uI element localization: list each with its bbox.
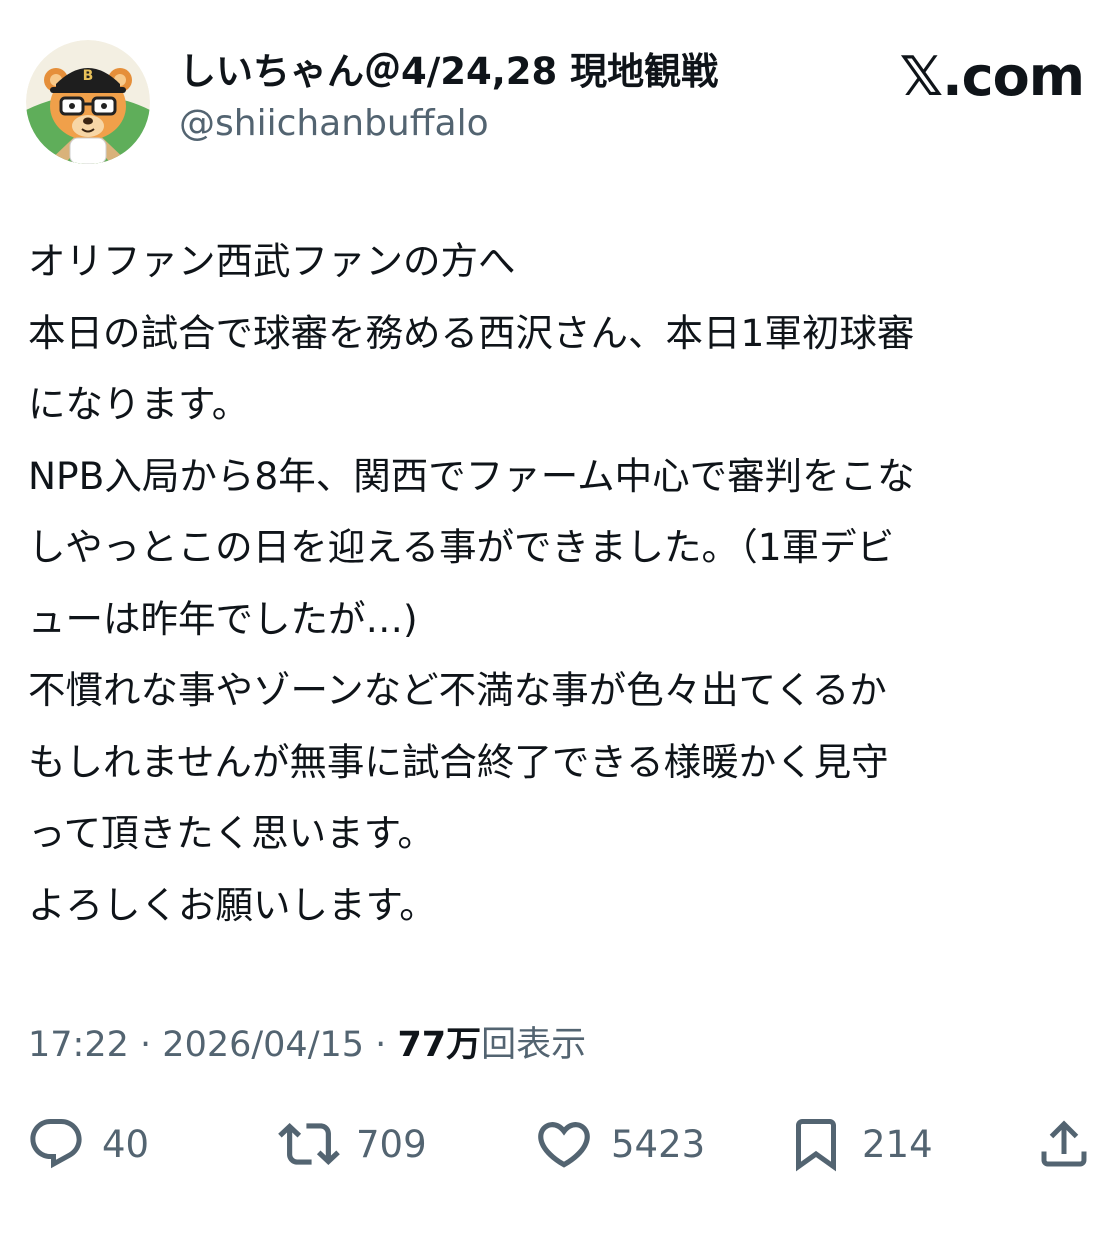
bookmark-count: 214 — [862, 1122, 933, 1166]
heart-icon — [538, 1122, 590, 1168]
avatar[interactable]: B — [26, 40, 150, 164]
tweet: B しいちゃん＠4/24,28 現地観戦 @shiichanbuffalo 𝕏.… — [0, 0, 1101, 1244]
tweet-text: オリファン西武ファンの方へ 本日の試合で球審を務める西沢さん、本日1軍初球審 に… — [28, 226, 1098, 941]
display-name[interactable]: しいちゃん＠4/24,28 現地観戦 — [179, 48, 718, 96]
tweet-text-line: もしれませんが無事に試合終了できる様暖かく見守 — [28, 739, 889, 784]
views-count: 77万 — [397, 1025, 482, 1065]
tweet-date[interactable]: 2026/04/15 — [162, 1025, 364, 1065]
views-label: 回表示 — [481, 1025, 587, 1065]
bookmark-icon — [796, 1119, 836, 1172]
bookmark-button[interactable]: 214 — [786, 1108, 933, 1180]
handle[interactable]: @shiichanbuffalo — [179, 100, 718, 148]
meta-separator: · — [375, 1025, 387, 1065]
repost-button[interactable]: 709 — [278, 1108, 427, 1180]
tweet-text-line: オリファン西武ファンの方へ — [28, 239, 516, 283]
tweet-text-line: よろしくお願いします。 — [28, 882, 437, 927]
tweet-text-line: しやっとこの日を迎える事ができました。（1軍デビ — [28, 525, 895, 569]
tweet-text-line: ューは昨年でしたが…) — [28, 596, 418, 641]
reply-button[interactable]: 40 — [26, 1108, 149, 1180]
share-icon — [1041, 1120, 1087, 1167]
tweet-text-line: って頂きたく思います。 — [28, 811, 435, 855]
like-button[interactable]: 5423 — [533, 1108, 705, 1180]
tweet-text-line: NPB入局から8年、関西でファーム中心で審判をこな — [28, 453, 915, 498]
bear-mascot-avatar-icon: B — [26, 40, 150, 164]
reply-icon — [30, 1119, 82, 1169]
repost-count: 709 — [356, 1122, 427, 1166]
tweet-header: B しいちゃん＠4/24,28 現地観戦 @shiichanbuffalo 𝕏.… — [26, 38, 1086, 164]
share-button[interactable] — [1034, 1108, 1094, 1180]
action-bar: 40 709 5423 214 — [26, 1108, 1096, 1180]
reply-count: 40 — [102, 1122, 150, 1166]
tweet-text-line: 不慣れな事やゾーンなど不満な事が色々出てくるか — [28, 668, 887, 712]
meta-separator: · — [140, 1025, 152, 1065]
next-tweet-peek — [0, 1236, 1101, 1244]
tweet-time[interactable]: 17:22 — [28, 1025, 129, 1065]
tweet-text-line: になります。 — [28, 382, 250, 426]
user-info: しいちゃん＠4/24,28 現地観戦 @shiichanbuffalo — [179, 48, 718, 148]
tweet-meta: 17:22 · 2026/04/15 · 77万回表示 — [28, 1018, 586, 1072]
tweet-text-line: 本日の試合で球審を務める西沢さん、本日1軍初球審 — [28, 310, 915, 355]
x-com-watermark: 𝕏.com — [899, 45, 1085, 108]
svg-text:B: B — [83, 68, 94, 84]
like-count: 5423 — [611, 1122, 706, 1166]
repost-icon — [278, 1123, 340, 1165]
